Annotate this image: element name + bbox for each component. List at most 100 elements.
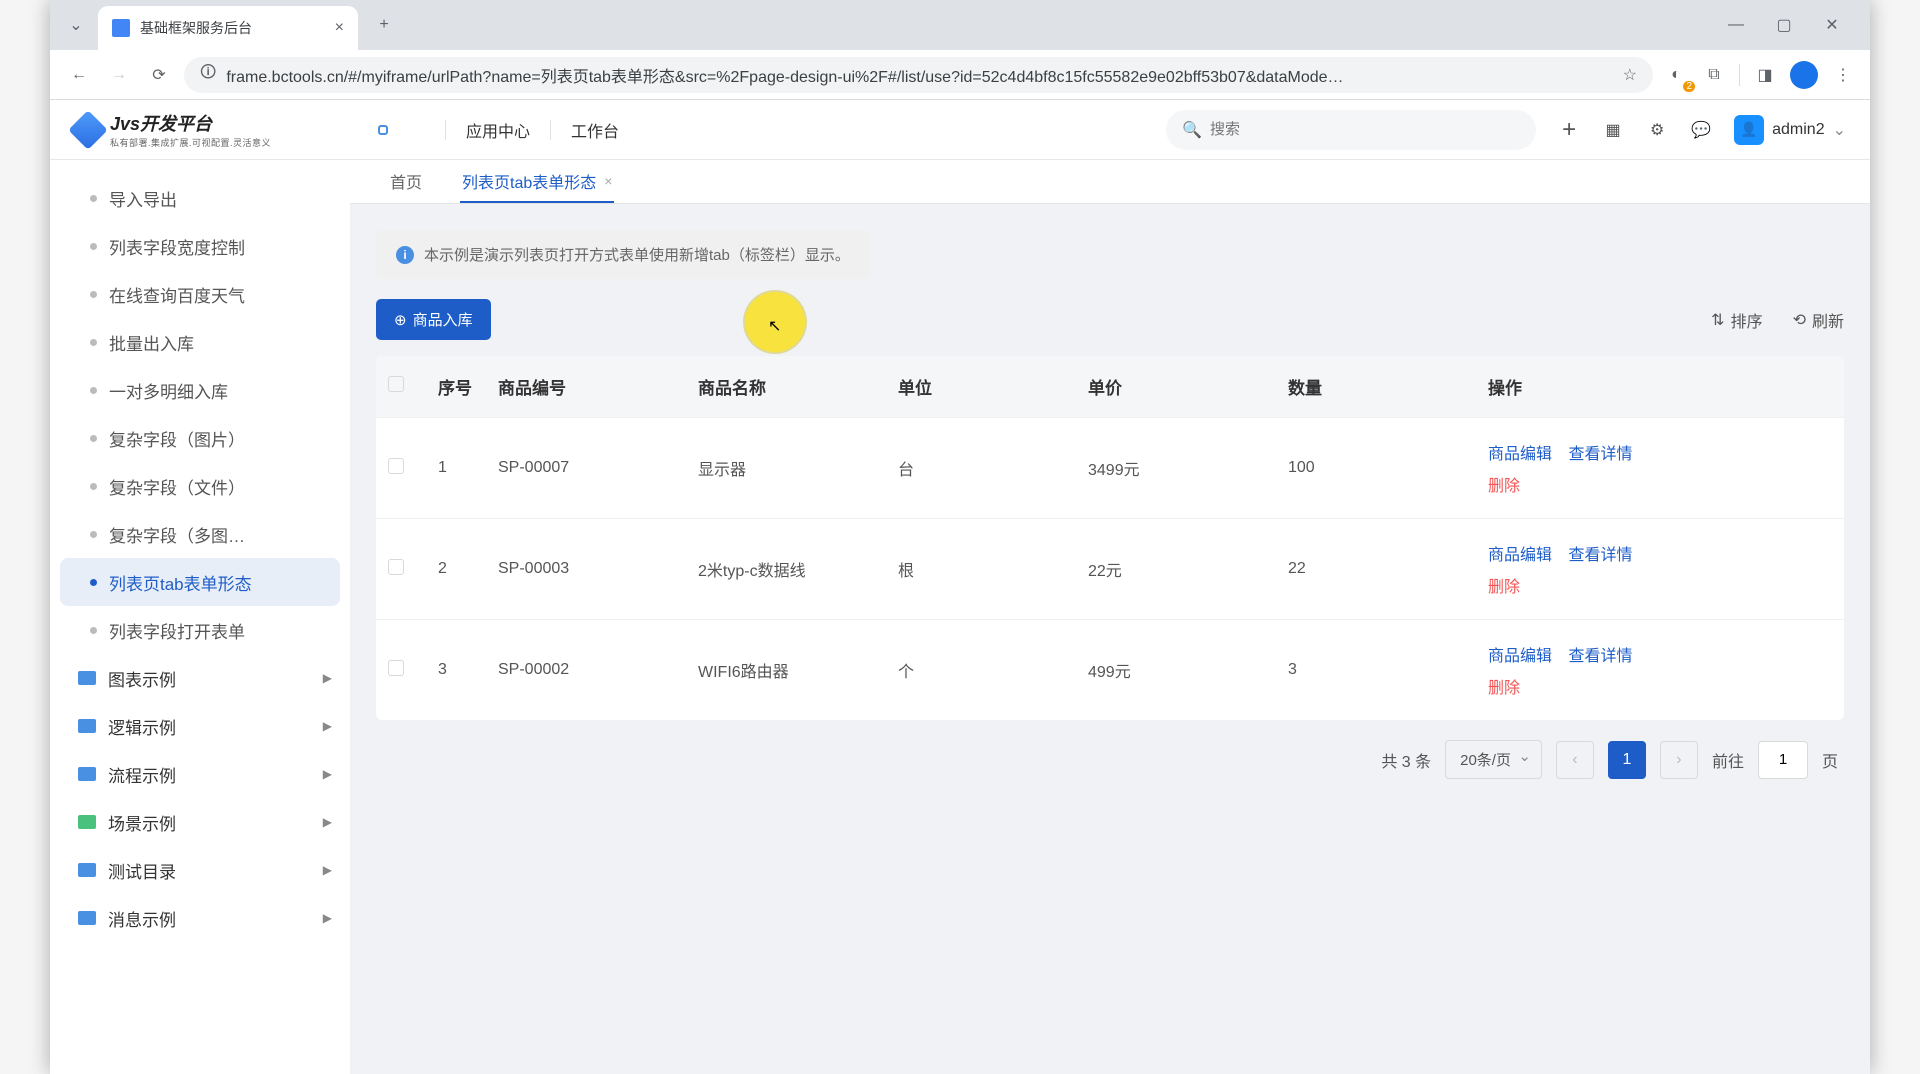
user-menu[interactable]: 👤 admin2 ⌄: [1734, 115, 1846, 145]
close-window-icon[interactable]: ✕: [1822, 15, 1842, 35]
sidebar-group-test[interactable]: 测试目录▶: [60, 846, 340, 894]
extensions-icon[interactable]: ⧉: [1701, 62, 1727, 88]
refresh-icon: ⟲: [1793, 310, 1806, 330]
edit-link[interactable]: 商品编辑: [1488, 541, 1552, 565]
view-link[interactable]: 查看详情: [1568, 642, 1632, 666]
chevron-right-icon: ▶: [323, 671, 332, 685]
site-info-icon[interactable]: 🛈: [200, 61, 216, 88]
th-unit: 单位: [886, 356, 1076, 418]
bookmark-star-icon[interactable]: ☆: [1623, 65, 1637, 85]
cell-qty: 100: [1276, 418, 1476, 519]
plus-circle-icon: ⊕: [394, 311, 407, 329]
new-tab-button[interactable]: +: [366, 7, 402, 43]
search-box[interactable]: 🔍: [1166, 110, 1536, 150]
sidebar-item-weather[interactable]: 在线查询百度天气: [60, 270, 340, 318]
delete-link[interactable]: 删除: [1488, 573, 1520, 597]
settings-gear-icon[interactable]: ⚙: [1646, 119, 1668, 141]
sidebar-group-scene[interactable]: 场景示例▶: [60, 798, 340, 846]
th-actions: 操作: [1476, 356, 1844, 418]
profile-icon[interactable]: [1790, 61, 1818, 89]
logo-subtitle: 私有部署.集成扩展.可视配置.灵活意义: [110, 136, 271, 149]
pagination: 共 3 条 20条/页 ‹ 1 › 前往 页: [376, 720, 1844, 799]
notifications-badge-icon[interactable]: ◐2: [1663, 62, 1689, 88]
apps-grid-icon[interactable]: [371, 118, 395, 142]
goto-page-input[interactable]: [1758, 741, 1808, 779]
table-row: 1 SP-00007 显示器 台 3499元 100 商品编辑 查看详情 删除: [376, 418, 1844, 519]
tab-dropdown-icon[interactable]: ⌄: [58, 7, 94, 43]
tab-home[interactable]: 首页: [370, 169, 442, 203]
page-suffix: 页: [1822, 748, 1838, 772]
sidebar-group-label: 逻辑示例: [108, 714, 176, 739]
chevron-right-icon: ▶: [323, 815, 332, 829]
sidebar-group-flow[interactable]: 流程示例▶: [60, 750, 340, 798]
tab-current[interactable]: 列表页tab表单形态 ×: [442, 169, 632, 203]
sidebar-item-complex-image[interactable]: 复杂字段（图片）: [60, 414, 340, 462]
add-icon[interactable]: +: [1558, 119, 1580, 141]
nav-workbench[interactable]: 工作台: [571, 118, 619, 142]
menu-icon[interactable]: ⋮: [1830, 62, 1856, 88]
sidebar-item-column-width[interactable]: 列表字段宽度控制: [60, 222, 340, 270]
select-all-checkbox[interactable]: [388, 376, 404, 392]
sidebar-group-logic[interactable]: 逻辑示例 ▶: [60, 702, 340, 750]
forward-button[interactable]: →: [104, 60, 134, 90]
sidebar-item-label: 列表字段宽度控制: [109, 234, 245, 259]
page-number-current[interactable]: 1: [1608, 741, 1646, 779]
nav-app-center[interactable]: 应用中心: [466, 118, 530, 142]
cell-index: 2: [426, 519, 486, 620]
view-link[interactable]: 查看详情: [1568, 541, 1632, 565]
sidebar-item-import-export[interactable]: 导入导出: [60, 174, 340, 222]
app-header: Jvs开发平台 私有部署.集成扩展.可视配置.灵活意义 应用中心 工作台 🔍 +…: [50, 100, 1870, 160]
th-qty: 数量: [1276, 356, 1476, 418]
page-size-select[interactable]: 20条/页: [1445, 740, 1542, 779]
sort-icon: ⇅: [1711, 310, 1724, 330]
app-logo[interactable]: Jvs开发平台 私有部署.集成扩展.可视配置.灵活意义: [74, 110, 271, 149]
row-checkbox[interactable]: [388, 660, 404, 676]
comment-icon[interactable]: 💬: [1690, 119, 1712, 141]
sidebar-group-chart[interactable]: 图表示例▶: [60, 654, 340, 702]
chevron-right-icon: ▶: [323, 719, 332, 733]
maximize-icon[interactable]: ▢: [1774, 15, 1794, 35]
goto-label: 前往: [1712, 748, 1744, 772]
minimize-icon[interactable]: —: [1726, 15, 1746, 35]
sidebar-item-field-open-form[interactable]: 列表字段打开表单: [60, 606, 340, 654]
sidebar-item-label: 复杂字段（多图…: [109, 522, 245, 547]
sort-button[interactable]: ⇅排序: [1711, 308, 1762, 332]
cell-code: SP-00002: [486, 620, 686, 721]
sidebar-item-label: 列表页tab表单形态: [109, 570, 252, 595]
grid-apps-icon[interactable]: ▦: [1602, 119, 1624, 141]
sidebar-item-detail-stock[interactable]: 一对多明细入库: [60, 366, 340, 414]
back-button[interactable]: ←: [64, 60, 94, 90]
row-checkbox[interactable]: [388, 458, 404, 474]
sidebar-group-message[interactable]: 消息示例▶: [60, 894, 340, 942]
sidebar-item-list-tab-form[interactable]: 列表页tab表单形态: [60, 558, 340, 606]
sidebar-item-label: 在线查询百度天气: [109, 282, 245, 307]
cell-unit: 根: [886, 519, 1076, 620]
sidebar-item-complex-file[interactable]: 复杂字段（文件）: [60, 462, 340, 510]
view-link[interactable]: 查看详情: [1568, 440, 1632, 464]
sidebar-item-batch-stock[interactable]: 批量出入库: [60, 318, 340, 366]
cell-code: SP-00003: [486, 519, 686, 620]
close-icon[interactable]: ×: [335, 19, 344, 37]
url-bar[interactable]: 🛈 frame.bctools.cn/#/myiframe/urlPath?na…: [184, 57, 1653, 93]
sidebar-item-label: 导入导出: [109, 186, 177, 211]
prev-page-button[interactable]: ‹: [1556, 741, 1594, 779]
next-page-button[interactable]: ›: [1660, 741, 1698, 779]
button-label: 商品入库: [413, 309, 473, 330]
delete-link[interactable]: 删除: [1488, 472, 1520, 496]
search-input[interactable]: [1210, 121, 1520, 138]
browser-tab[interactable]: 基础框架服务后台 ×: [98, 6, 358, 50]
reload-button[interactable]: ⟳: [144, 60, 174, 90]
close-icon[interactable]: ×: [604, 173, 612, 189]
refresh-button[interactable]: ⟲刷新: [1793, 308, 1844, 332]
sidebar-item-label: 复杂字段（图片）: [109, 426, 245, 451]
cell-unit: 个: [886, 620, 1076, 721]
data-table: 序号 商品编号 商品名称 单位 单价 数量 操作 1 SP-00007 显示器 …: [376, 356, 1844, 720]
sidebar-item-complex-multi[interactable]: 复杂字段（多图…: [60, 510, 340, 558]
add-stock-button[interactable]: ⊕ 商品入库: [376, 299, 491, 340]
side-panel-icon[interactable]: ◨: [1752, 62, 1778, 88]
edit-link[interactable]: 商品编辑: [1488, 642, 1552, 666]
edit-link[interactable]: 商品编辑: [1488, 440, 1552, 464]
sidebar-group-label: 测试目录: [108, 858, 176, 883]
row-checkbox[interactable]: [388, 559, 404, 575]
delete-link[interactable]: 删除: [1488, 674, 1520, 698]
